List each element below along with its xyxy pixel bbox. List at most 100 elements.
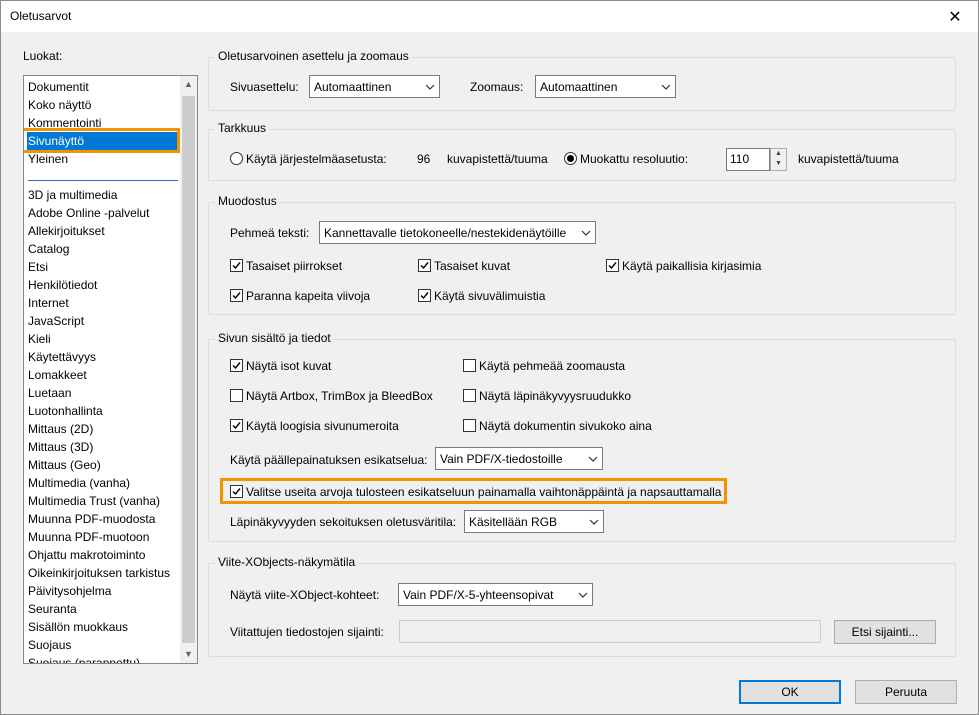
category-item[interactable]: JavaScript [28, 312, 84, 330]
referenced-files-input[interactable] [399, 620, 821, 643]
custom-dpi-unit: kuvapistettä/tuuma [798, 152, 899, 166]
system-setting-radio[interactable] [230, 152, 243, 165]
smooth-images-checkbox[interactable] [418, 259, 431, 272]
local-fonts-checkbox[interactable] [606, 259, 619, 272]
transparency-grid-checkbox[interactable] [463, 389, 476, 402]
page-layout-value: Automaattinen [314, 80, 392, 94]
close-icon[interactable]: ✕ [932, 1, 978, 32]
smooth-zoom-label: Käytä pehmeää zoomausta [479, 359, 626, 373]
browse-button[interactable]: Etsi sijainti... [834, 620, 936, 644]
chevron-down-icon [584, 448, 602, 469]
title-bar: Oletusarvot ✕ [1, 1, 978, 32]
category-item[interactable]: 3D ja multimedia [28, 186, 117, 204]
scroll-up-icon[interactable]: ▲ [180, 76, 197, 93]
category-item[interactable]: Ohjattu makrotoiminto [28, 546, 145, 564]
category-item[interactable]: Kieli [28, 330, 51, 348]
category-item[interactable]: Käytettävyys [28, 348, 96, 366]
scrollbar-thumb[interactable] [182, 96, 195, 643]
multi-select-label: Valitse useita arvoja tulosteen esikatse… [246, 485, 722, 499]
smooth-lineart-label: Tasaiset piirrokset [246, 259, 343, 273]
category-item[interactable]: Luotonhallinta [28, 402, 103, 420]
custom-resolution-input[interactable]: 110 [726, 148, 770, 171]
resolution-spinner[interactable]: ▲ ▼ [770, 148, 787, 171]
custom-resolution-radio[interactable] [564, 152, 577, 165]
category-item[interactable]: Mittaus (2D) [28, 420, 93, 438]
chevron-down-icon [585, 511, 603, 532]
show-large-images-checkbox[interactable] [230, 359, 243, 372]
category-item[interactable]: Sisällön muokkaus [28, 618, 128, 636]
chevron-down-icon [421, 76, 439, 97]
enhance-thin-lines-checkbox[interactable] [230, 289, 243, 302]
category-item[interactable]: Multimedia (vanha) [28, 474, 130, 492]
always-show-doc-size-checkbox[interactable] [463, 419, 476, 432]
page-cache-checkbox[interactable] [418, 289, 431, 302]
list-separator [28, 180, 178, 181]
blend-colorspace-value: Käsitellään RGB [469, 515, 558, 529]
category-item[interactable]: Multimedia Trust (vanha) [28, 492, 160, 510]
category-item[interactable]: Lomakkeet [28, 366, 87, 384]
xobject-show-label: Näytä viite-XObject-kohteet: [230, 588, 380, 602]
category-item[interactable]: Henkilötiedot [28, 276, 97, 294]
spin-up-icon[interactable]: ▲ [771, 149, 786, 159]
category-item[interactable]: Adobe Online -palvelut [28, 204, 149, 222]
transparency-grid-label: Näytä läpinäkyvyysruudukko [479, 389, 632, 403]
category-item[interactable]: Dokumentit [28, 78, 89, 96]
zoom-select[interactable]: Automaattinen [535, 75, 676, 98]
smooth-lineart-checkbox[interactable] [230, 259, 243, 272]
smooth-text-label: Pehmeä teksti: [230, 226, 310, 240]
category-item[interactable]: Seuranta [28, 600, 77, 618]
blend-colorspace-label: Läpinäkyvyyden sekoituksen oletusväritil… [230, 515, 457, 529]
category-item[interactable]: Luetaan [28, 384, 71, 402]
category-item[interactable]: Suojaus (parannettu) [28, 654, 140, 663]
resolution-title: Tarkkuus [215, 121, 270, 135]
show-artbox-checkbox[interactable] [230, 389, 243, 402]
category-item[interactable]: Etsi [28, 258, 48, 276]
chevron-down-icon [574, 584, 592, 605]
multi-select-checkbox[interactable] [230, 485, 243, 498]
system-setting-label: Käytä järjestelmäasetusta: [246, 152, 387, 166]
system-dpi-unit: kuvapistettä/tuuma [447, 152, 548, 166]
xobject-show-select[interactable]: Vain PDF/X-5-yhteensopivat [398, 583, 593, 606]
overprint-select[interactable]: Vain PDF/X-tiedostoille [435, 447, 603, 470]
scroll-down-icon[interactable]: ▼ [180, 646, 197, 663]
category-item[interactable]: Koko näyttö [28, 96, 91, 114]
logical-page-numbers-label: Käytä loogisia sivunumeroita [246, 419, 399, 433]
preferences-dialog: Oletusarvot ✕ Luokat: Dokumentit Koko näy… [0, 0, 979, 715]
category-item[interactable]: Oikeinkirjoituksen tarkistus [28, 564, 170, 582]
category-item[interactable]: Internet [28, 294, 69, 312]
logical-page-numbers-checkbox[interactable] [230, 419, 243, 432]
category-item[interactable]: Allekirjoitukset [28, 222, 105, 240]
categories-list[interactable]: Dokumentit Koko näyttö Kommentointi Sivunäy… [23, 75, 198, 664]
system-dpi-value: 96 [417, 152, 431, 166]
ok-button[interactable]: OK [739, 680, 841, 704]
spin-down-icon[interactable]: ▼ [771, 159, 786, 169]
overprint-value: Vain PDF/X-tiedostoille [440, 452, 563, 466]
overprint-label: Käytä päällepainatuksen esikatselua: [230, 453, 428, 467]
chevron-down-icon [577, 222, 595, 243]
smooth-zoom-checkbox[interactable] [463, 359, 476, 372]
smooth-text-value: Kannettavalle tietokoneelle/nestekidenäy… [324, 226, 567, 240]
cancel-button[interactable]: Peruuta [855, 680, 957, 704]
category-item[interactable]: Muunna PDF-muodosta [28, 510, 155, 528]
category-item[interactable]: Mittaus (3D) [28, 438, 93, 456]
category-item[interactable]: Päivitysohjelma [28, 582, 111, 600]
xobject-title: Viite-XObjects-näkymätila [215, 555, 359, 569]
category-item[interactable]: Mittaus (Geo) [28, 456, 101, 474]
page-content-title: Sivun sisältö ja tiedot [215, 331, 334, 345]
always-show-doc-size-label: Näytä dokumentin sivukoko aina [479, 419, 652, 433]
blend-colorspace-select[interactable]: Käsitellään RGB [464, 510, 604, 533]
page-layout-label: Sivuasettelu: [230, 80, 299, 94]
category-item[interactable]: Muunna PDF-muotoon [28, 528, 149, 546]
list-scrollbar[interactable]: ▲ ▼ [180, 76, 197, 663]
page-cache-label: Käytä sivuvälimuistia [434, 289, 546, 303]
rendering-title: Muodostus [215, 194, 280, 208]
page-layout-select[interactable]: Automaattinen [309, 75, 440, 98]
enhance-thin-lines-label: Paranna kapeita viivoja [246, 289, 371, 303]
xobject-show-value: Vain PDF/X-5-yhteensopivat [403, 588, 554, 602]
category-item[interactable]: Catalog [28, 240, 69, 258]
smooth-text-select[interactable]: Kannettavalle tietokoneelle/nestekidenäy… [319, 221, 596, 244]
chevron-down-icon [657, 76, 675, 97]
show-artbox-label: Näytä Artbox, TrimBox ja BleedBox [246, 389, 433, 403]
smooth-images-label: Tasaiset kuvat [434, 259, 511, 273]
category-item[interactable]: Suojaus [28, 636, 71, 654]
